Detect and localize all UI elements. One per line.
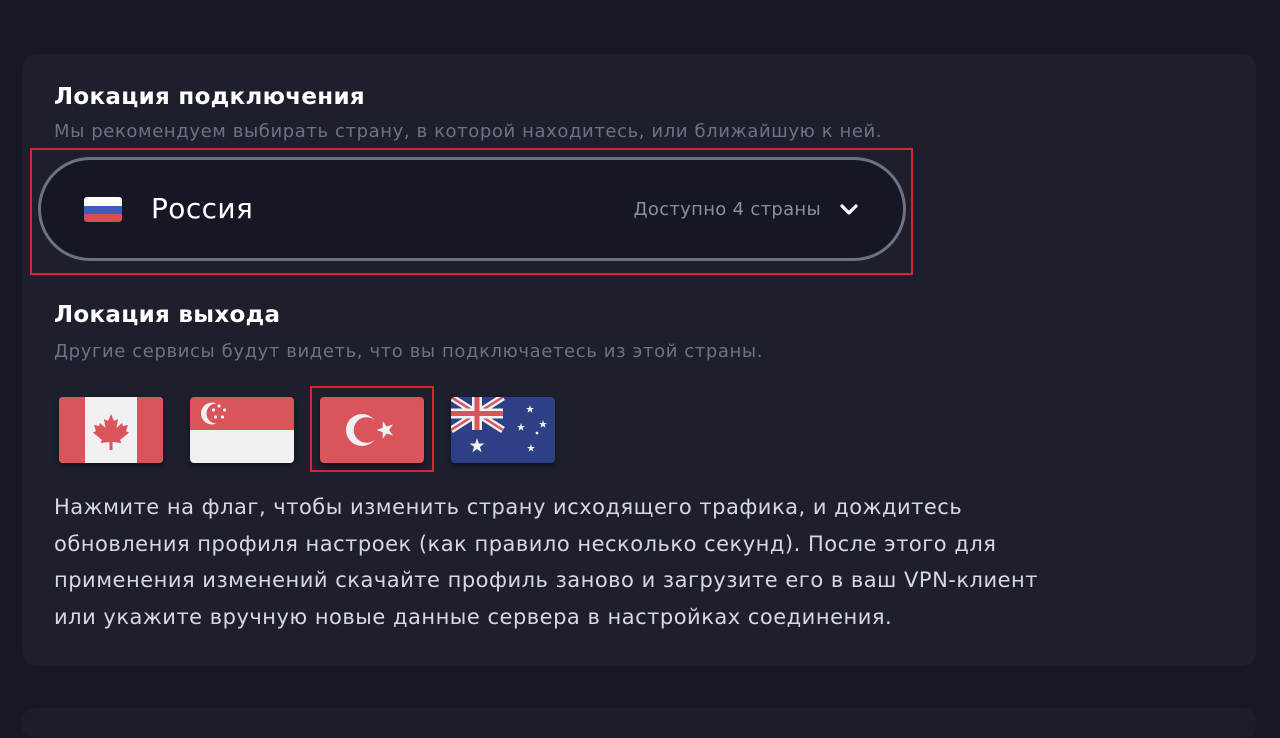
selected-country-label: Россия: [151, 192, 254, 225]
connection-location-subtitle: Мы рекомендуем выбирать страну, в которо…: [54, 121, 883, 142]
russia-flag-icon: [84, 197, 122, 222]
exit-location-title: Локация выхода: [54, 302, 281, 328]
canada-flag-icon[interactable]: [59, 397, 163, 463]
next-card-edge: [22, 708, 1256, 738]
available-countries-count: Доступно 4 страны: [633, 199, 821, 220]
chevron-down-icon[interactable]: [839, 202, 859, 216]
connection-location-title: Локация подключения: [54, 84, 365, 110]
connection-country-select[interactable]: Россия Доступно 4 страны: [38, 157, 906, 261]
singapore-flag-icon[interactable]: [190, 397, 294, 463]
australia-flag-icon[interactable]: [451, 397, 555, 463]
exit-location-info-text: Нажмите на флаг, чтобы изменить страну и…: [54, 495, 1038, 629]
exit-location-subtitle: Другие сервисы будут видеть, что вы подк…: [54, 341, 764, 362]
turkey-flag-icon[interactable]: [320, 397, 424, 463]
